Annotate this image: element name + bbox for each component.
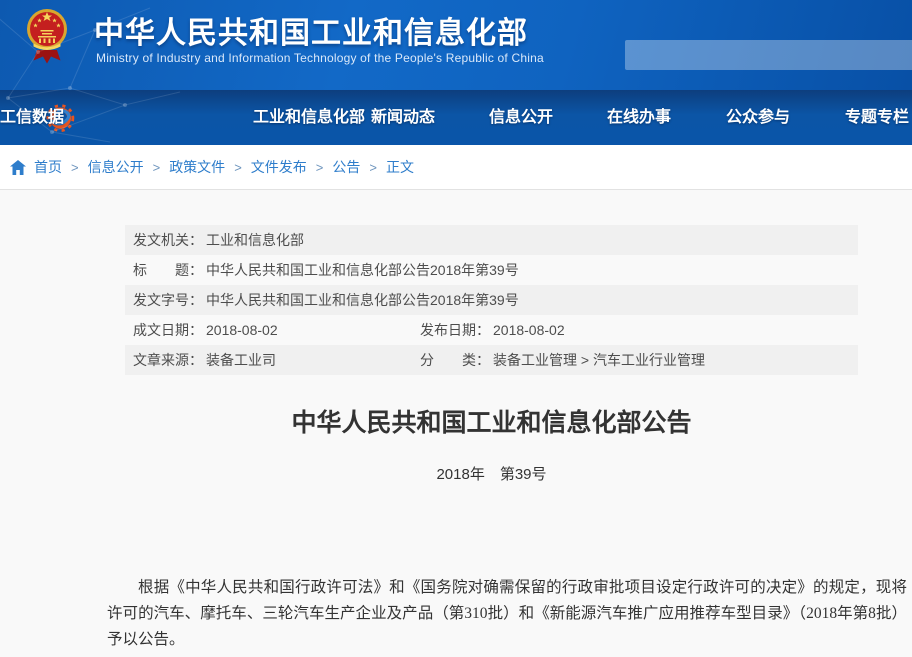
- meta-row-source-category: 文章来源：装备工业司 分 类：装备工业管理 > 汽车工业行业管理: [125, 345, 858, 375]
- meta-row-doc-number: 发文字号：中华人民共和国工业和信息化部公告2018年第39号: [125, 285, 858, 315]
- breadcrumb-announcements[interactable]: 公告: [332, 157, 360, 177]
- meta-label: 分 类：: [420, 352, 490, 368]
- site-title: 中华人民共和国工业和信息化部: [94, 8, 528, 52]
- nav-item-miit[interactable]: 工业和信息化部: [253, 90, 365, 145]
- breadcrumb-current-article: 正文: [386, 157, 414, 177]
- breadcrumb-separator: >: [153, 160, 161, 175]
- meta-value: 中华人民共和国工业和信息化部公告2018年第39号: [206, 292, 519, 308]
- search-input[interactable]: [625, 40, 912, 70]
- article-body-paragraph: 根据《中华人民共和国行政许可法》和《国务院对确需保留的行政审批项目设定行政许可的…: [107, 575, 907, 653]
- breadcrumb-home[interactable]: 首页: [34, 157, 62, 177]
- document-meta-table: 发文机关：工业和信息化部 标 题：中华人民共和国工业和信息化部公告2018年第3…: [125, 225, 858, 375]
- breadcrumb-policy-documents[interactable]: 政策文件: [169, 157, 225, 177]
- meta-value: 装备工业管理 > 汽车工业行业管理: [493, 352, 705, 368]
- article-page: 发文机关：工业和信息化部 标 题：中华人民共和国工业和信息化部公告2018年第3…: [0, 191, 912, 657]
- breadcrumb: 首页 > 信息公开 > 政策文件 > 文件发布 > 公告 > 正文: [0, 145, 912, 190]
- home-icon[interactable]: [10, 160, 26, 175]
- meta-label: 标 题：: [133, 262, 203, 278]
- meta-value: 2018-08-02: [206, 322, 278, 338]
- meta-label: 成文日期：: [133, 322, 203, 338]
- meta-value: 装备工业司: [206, 352, 276, 368]
- nav-item-info-disclosure[interactable]: 信息公开: [489, 90, 553, 145]
- article-title: 中华人民共和国工业和信息化部公告: [125, 403, 858, 439]
- meta-row-title: 标 题：中华人民共和国工业和信息化部公告2018年第39号: [125, 255, 858, 285]
- meta-label: 发布日期：: [420, 322, 490, 338]
- meta-value: 2018-08-02: [493, 322, 565, 338]
- breadcrumb-separator: >: [234, 160, 242, 175]
- nav-item-special-topics[interactable]: 专题专栏: [845, 90, 909, 145]
- nav-item-public-participation[interactable]: 公众参与: [726, 90, 790, 145]
- meta-row-issuing-authority: 发文机关：工业和信息化部: [125, 225, 858, 255]
- nav-item-miit-data[interactable]: 工信数据: [0, 90, 64, 145]
- breadcrumb-document-release[interactable]: 文件发布: [251, 157, 307, 177]
- nav-item-online-services[interactable]: 在线办事: [607, 90, 671, 145]
- nav-item-news[interactable]: 新闻动态: [371, 90, 435, 145]
- meta-value: 工业和信息化部: [206, 232, 304, 248]
- breadcrumb-separator: >: [71, 160, 79, 175]
- meta-row-dates: 成文日期：2018-08-02 发布日期：2018-08-02: [125, 315, 858, 345]
- site-banner: 中华人民共和国工业和信息化部 Ministry of Industry and …: [0, 0, 912, 145]
- site-title-english: Ministry of Industry and Information Tec…: [96, 51, 544, 65]
- breadcrumb-info-disclosure[interactable]: 信息公开: [88, 157, 144, 177]
- meta-label: 文章来源：: [133, 352, 203, 368]
- breadcrumb-separator: >: [316, 160, 324, 175]
- meta-label: 发文机关：: [133, 232, 203, 248]
- article-doc-number: 2018年 第39号: [125, 463, 858, 484]
- main-nav: 工业和信息化部 新闻动态 信息公开 在线办事 公众参与 专题专栏 工信数据: [0, 90, 912, 145]
- site-header: 中华人民共和国工业和信息化部 Ministry of Industry and …: [0, 0, 912, 90]
- meta-label: 发文字号：: [133, 292, 203, 308]
- breadcrumb-separator: >: [369, 160, 377, 175]
- national-emblem-icon: [27, 7, 67, 69]
- meta-value: 中华人民共和国工业和信息化部公告2018年第39号: [206, 262, 519, 278]
